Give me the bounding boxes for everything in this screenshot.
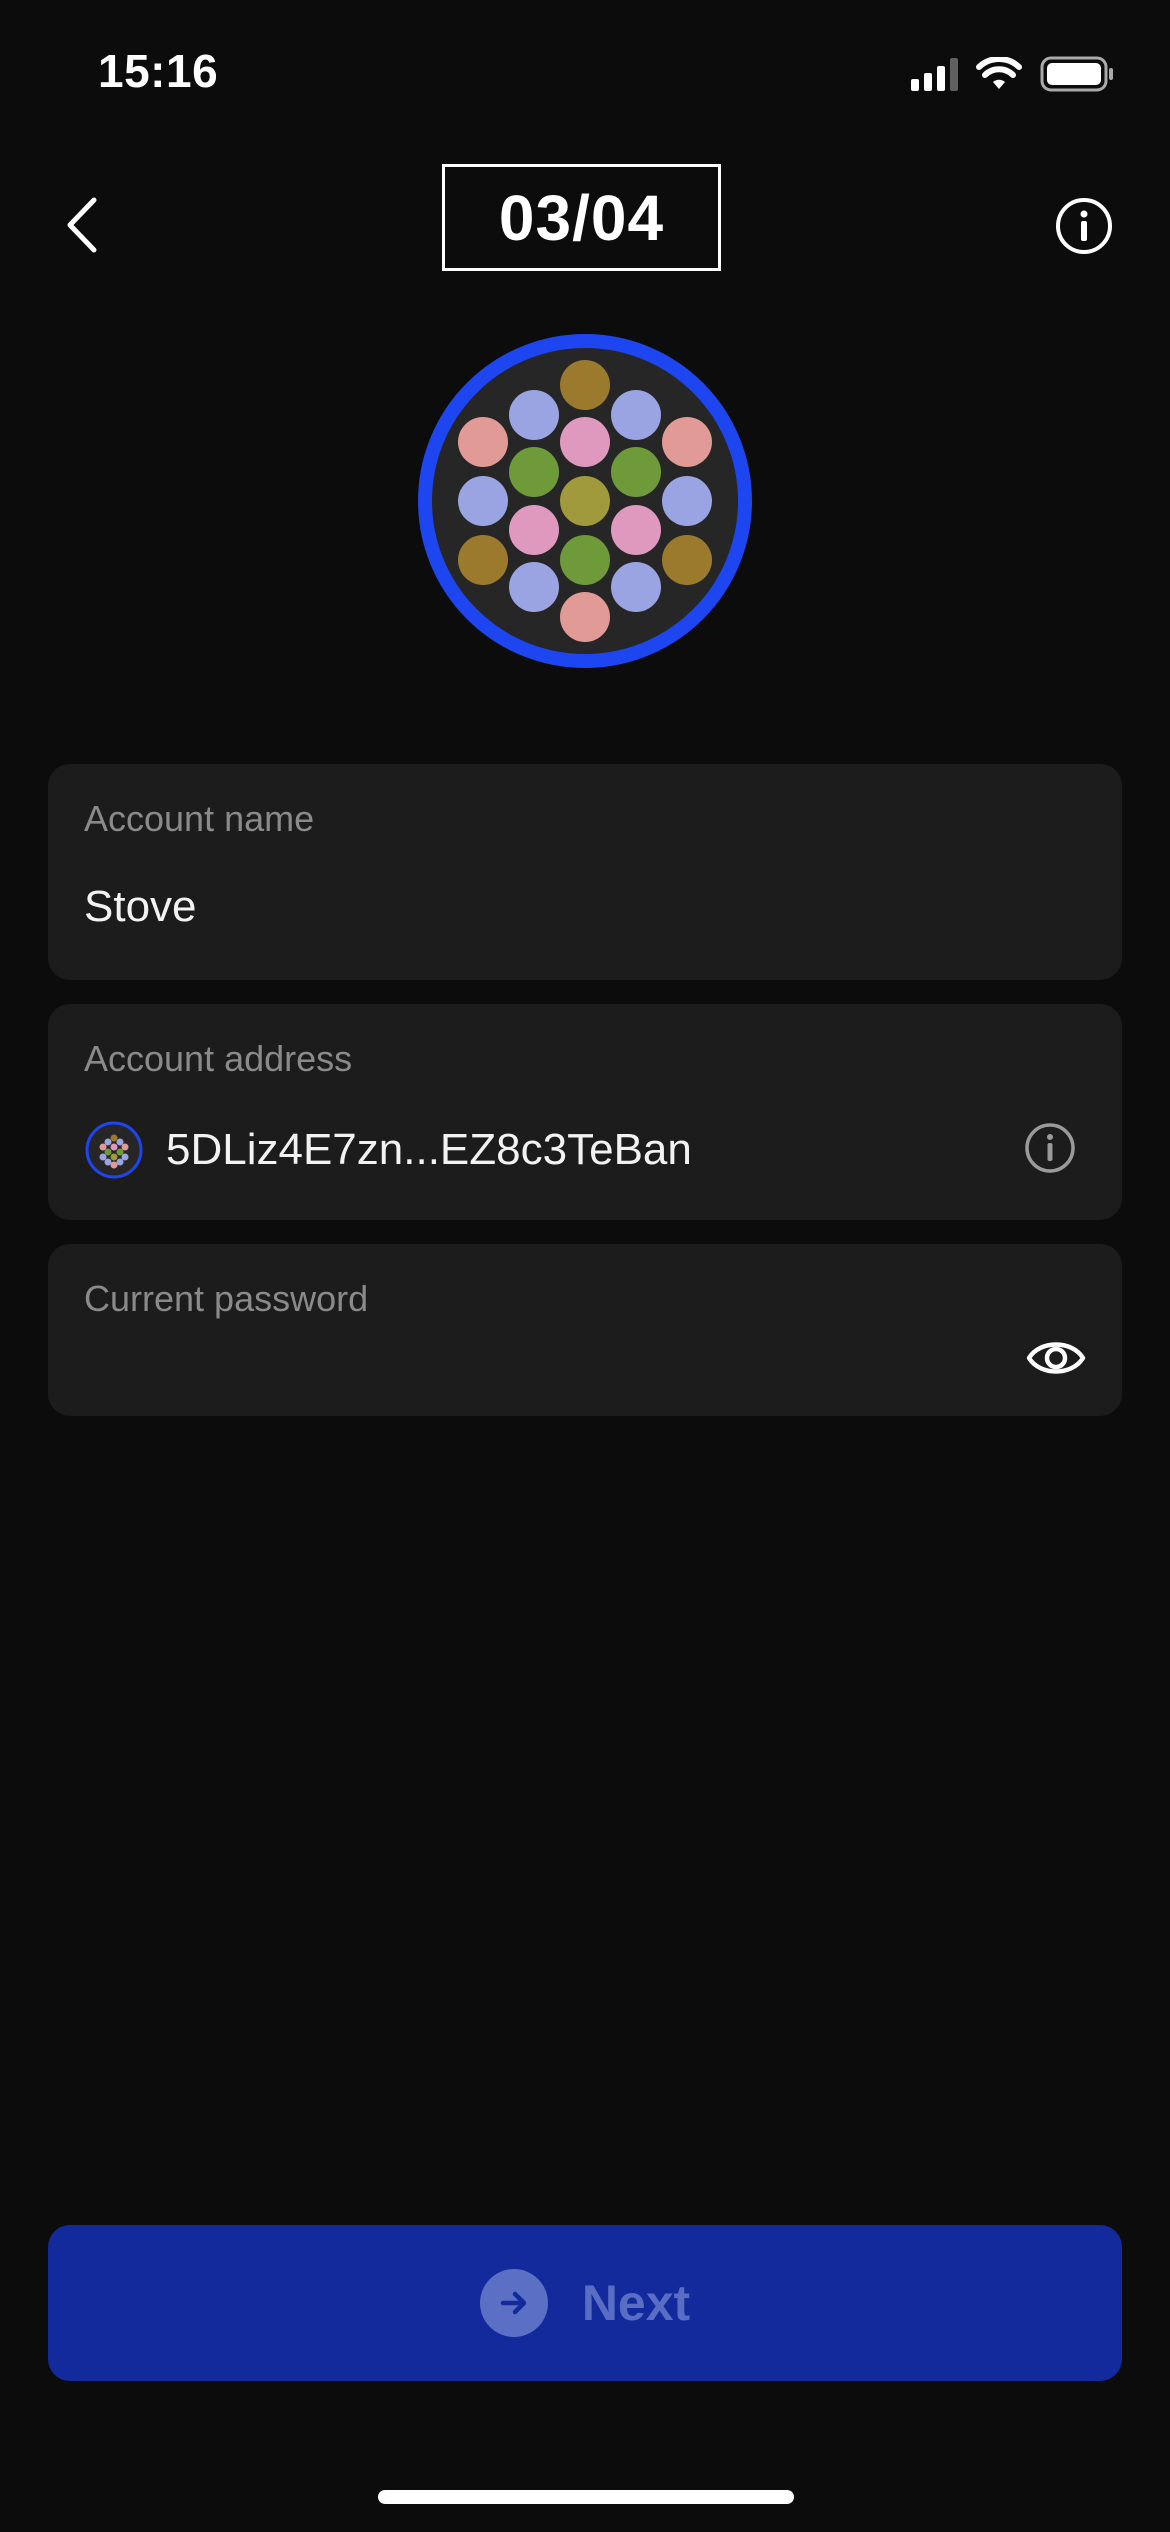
- status-time: 15:16: [98, 45, 219, 97]
- identicon: [85, 1121, 143, 1179]
- account-name-field[interactable]: Account name Stove: [48, 764, 1122, 980]
- info-icon: [1025, 1123, 1075, 1173]
- current-password-label: Current password: [84, 1278, 369, 1319]
- account-name-value[interactable]: Stove: [84, 882, 197, 932]
- info-button[interactable]: [1054, 196, 1114, 256]
- current-password-field[interactable]: Current password: [48, 1244, 1122, 1416]
- address-info-button[interactable]: [1024, 1122, 1076, 1174]
- account-address-value: 5DLiz4E7zn...EZ8c3TeBan: [166, 1125, 692, 1174]
- step-indicator: 03/04: [442, 164, 721, 271]
- info-icon: [1056, 198, 1112, 254]
- back-button[interactable]: [56, 190, 112, 260]
- eye-icon: [1026, 1342, 1086, 1374]
- screen: 15:16 03/04 Account name Stove Account a…: [0, 0, 1170, 2532]
- battery-icon: [1040, 56, 1113, 92]
- cellular-signal-icon: [911, 57, 958, 91]
- home-indicator: [378, 2490, 794, 2504]
- next-button[interactable]: Next: [48, 2225, 1122, 2381]
- back-chevron-icon: [67, 197, 97, 253]
- account-name-label: Account name: [84, 798, 315, 839]
- wifi-icon: [976, 57, 1022, 89]
- next-button-label: Next: [581, 2275, 691, 2331]
- next-arrow-circle: [479, 2269, 548, 2337]
- account-address-label: Account address: [84, 1038, 353, 1079]
- toggle-password-visibility-button[interactable]: [1026, 1336, 1086, 1380]
- arrow-right-icon: [500, 2291, 527, 2315]
- status-indicators: [911, 54, 1114, 94]
- account-address-field: Account address 5DLiz4E7zn...EZ8c3TeBan: [48, 1004, 1122, 1220]
- account-identicon: [418, 334, 752, 668]
- current-password-input[interactable]: [84, 1336, 984, 1392]
